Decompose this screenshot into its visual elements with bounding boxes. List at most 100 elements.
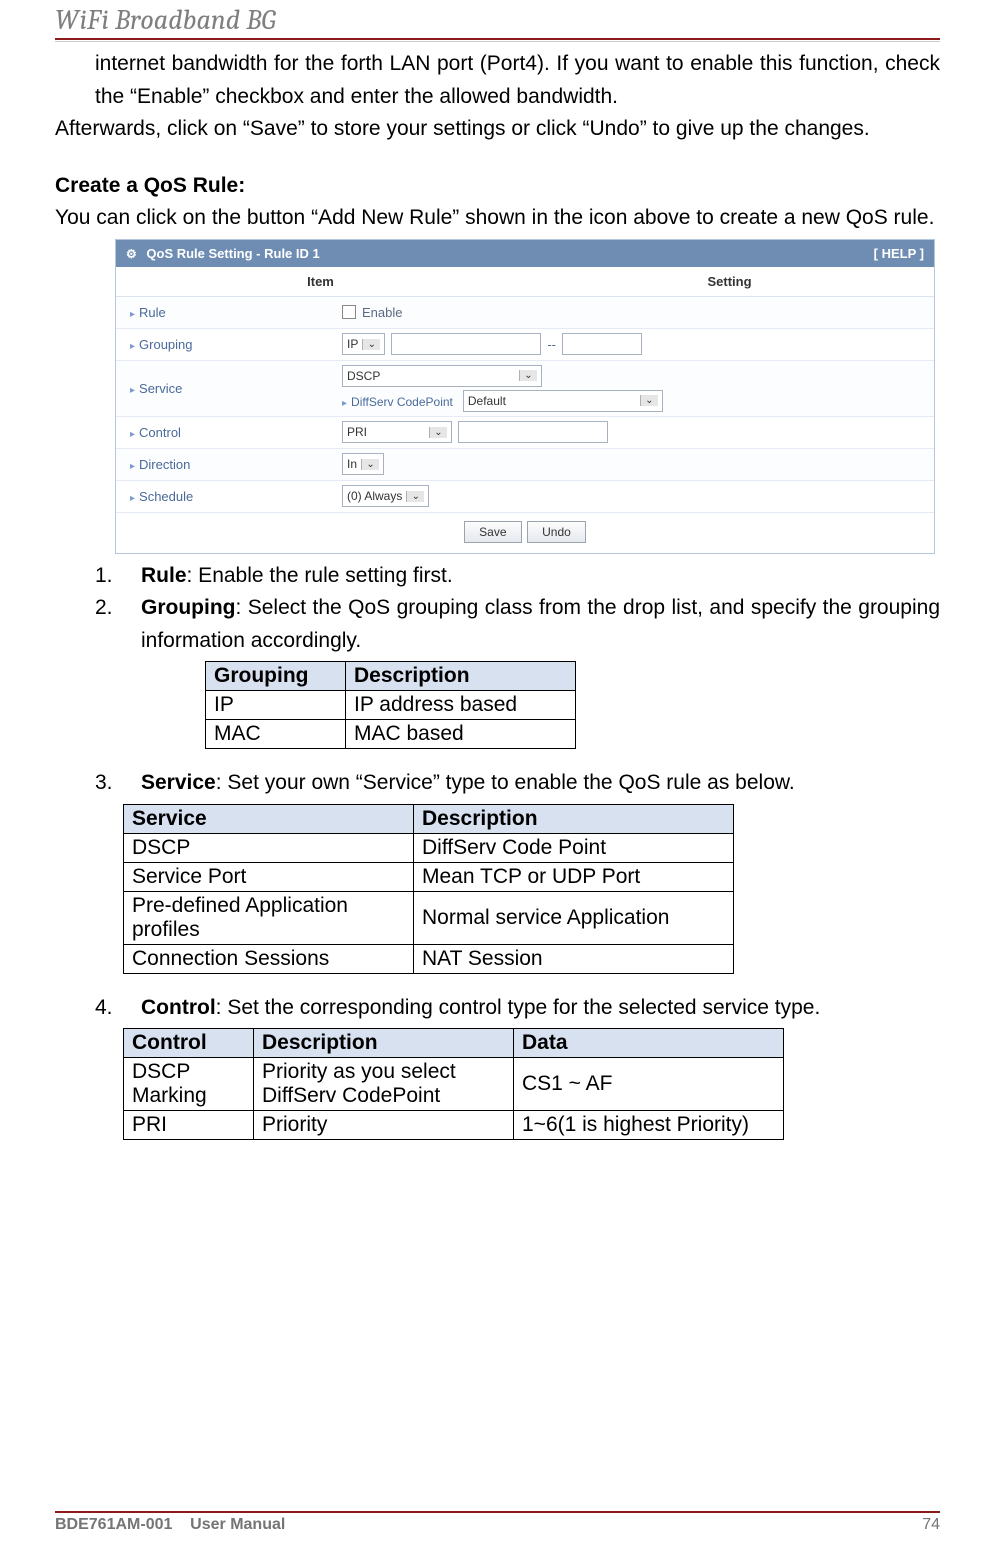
rule-enable-text: Enable [362,305,402,320]
th-grouping: Grouping [206,662,346,691]
row-direction: ▸ Direction In⌄ [116,449,934,481]
table-row: Service Port Mean TCP or UDP Port [124,862,734,891]
footer-doc: User Manual [190,1516,285,1533]
list-text: : Select the QoS grouping class from the… [141,596,940,652]
panel-title: QoS Rule Setting - Rule ID 1 [146,246,319,261]
triangle-icon: ▸ [130,429,135,440]
triangle-icon: ▸ [130,493,135,504]
create-body: You can click on the button “Add New Rul… [55,202,940,235]
chevron-down-icon: ⌄ [361,459,379,470]
grouping-input-a[interactable] [391,333,541,355]
th-description: Description [346,662,576,691]
cell: DiffServ Code Point [414,833,734,862]
list-item: 2. Grouping: Select the QoS grouping cla… [95,592,940,657]
footer-model: BDE761AM-001 [55,1516,172,1533]
chevron-down-icon: ⌄ [406,491,424,502]
label-rule: Rule [139,305,166,320]
list-number: 4. [95,992,141,1025]
list-text: : Set the corresponding control type for… [216,996,821,1019]
qos-rule-panel: ⚙ QoS Rule Setting - Rule ID 1 [ HELP ] … [115,239,935,554]
footer-page-number: 74 [922,1516,940,1534]
label-grouping: Grouping [139,337,192,352]
panel-titlebar: ⚙ QoS Rule Setting - Rule ID 1 [ HELP ] [116,240,934,267]
list-label-service: Service [141,771,216,794]
rule-enable-checkbox[interactable] [342,305,356,319]
list-label-rule: Rule [141,564,187,587]
th-data: Data [514,1029,784,1058]
help-link[interactable]: [ HELP ] [874,246,924,261]
label-control: Control [139,425,181,440]
grouping-select[interactable]: IP⌄ [342,333,385,355]
service-table: Service Description DSCP DiffServ Code P… [123,804,734,974]
cell: 1~6(1 is highest Priority) [514,1111,784,1140]
schedule-select[interactable]: (0) Always⌄ [342,485,429,507]
row-grouping: ▸ Grouping IP⌄ -- [116,329,934,361]
direction-select[interactable]: In⌄ [342,453,384,475]
cell: NAT Session [414,944,734,973]
list-item: 3. Service: Set your own “Service” type … [95,767,940,800]
page-header-title: WiFi Broadband BG [55,0,940,38]
th-description: Description [254,1029,514,1058]
list-label-grouping: Grouping [141,596,235,619]
cell: Normal service Application [414,891,734,944]
list-number: 2. [95,592,141,657]
control-input[interactable] [458,421,608,443]
cell: MAC based [346,720,576,749]
cell: CS1 ~ AF [514,1058,784,1111]
th-service: Service [124,804,414,833]
triangle-icon: ▸ [130,385,135,396]
page-footer: BDE761AM-001 User Manual 74 [55,1511,940,1534]
cell: DSCP Marking [124,1058,254,1111]
row-schedule: ▸ Schedule (0) Always⌄ [116,481,934,513]
chevron-down-icon: ⌄ [362,339,380,350]
triangle-icon: ▸ [130,309,135,320]
col-setting: Setting [525,267,934,296]
grouping-table: Grouping Description IP IP address based… [205,661,576,749]
grouping-input-b[interactable] [562,333,642,355]
row-service: ▸Service DSCP⌄ ▸DiffServ CodePoint Defau… [116,361,934,417]
service-codepoint-select[interactable]: Default⌄ [463,390,663,412]
chevron-down-icon: ⌄ [519,370,537,381]
cell: Pre-defined Application profiles [124,891,414,944]
list-number: 1. [95,560,141,593]
chevron-down-icon: ⌄ [429,427,447,438]
table-row: Pre-defined Application profiles Normal … [124,891,734,944]
label-service: Service [139,381,182,396]
list-item: 1. Rule: Enable the rule setting first. [95,560,940,593]
table-row: DSCP Marking Priority as you select Diff… [124,1058,784,1111]
undo-button[interactable]: Undo [527,521,586,543]
row-rule: ▸ Rule Enable [116,297,934,329]
control-select[interactable]: PRI⌄ [342,421,452,443]
intro-para-1: internet bandwidth for the forth LAN por… [95,48,940,113]
label-direction: Direction [139,457,190,472]
table-row: Connection Sessions NAT Session [124,944,734,973]
panel-button-row: Save Undo [116,513,934,553]
cell: Service Port [124,862,414,891]
list-text: : Set your own “Service” type to enable … [216,771,795,794]
label-schedule: Schedule [139,489,193,504]
triangle-icon: ▸ [130,341,135,352]
save-button[interactable]: Save [464,521,521,543]
list-text: : Enable the rule setting first. [187,564,453,587]
table-row: PRI Priority 1~6(1 is highest Priority) [124,1111,784,1140]
cell: PRI [124,1111,254,1140]
range-dash: -- [547,337,556,352]
panel-column-headers: Item Setting [116,267,934,297]
list-item: 4. Control: Set the corresponding contro… [95,992,940,1025]
create-heading: Create a QoS Rule: [55,170,940,203]
control-table: Control Description Data DSCP Marking Pr… [123,1028,784,1140]
row-control: ▸ Control PRI⌄ [116,417,934,449]
cell: DSCP [124,833,414,862]
triangle-icon: ▸ [130,461,135,472]
service-select[interactable]: DSCP⌄ [342,365,542,387]
cell: IP [206,691,346,720]
cell: Priority as you select DiffServ CodePoin… [254,1058,514,1111]
cell: Connection Sessions [124,944,414,973]
cell: Priority [254,1111,514,1140]
cell: Mean TCP or UDP Port [414,862,734,891]
table-row: DSCP DiffServ Code Point [124,833,734,862]
triangle-icon: ▸ [342,398,347,409]
th-control: Control [124,1029,254,1058]
header-rule [55,38,940,42]
list-label-control: Control [141,996,216,1019]
